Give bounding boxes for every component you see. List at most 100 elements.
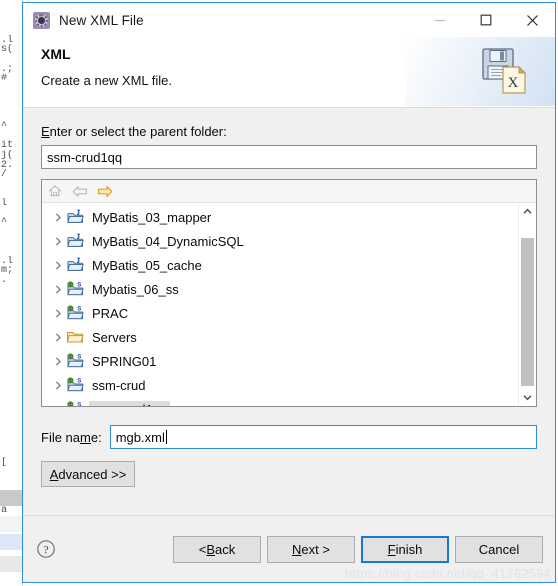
folder-tree-list[interactable]: MyBatis_03_mapper MyBatis_04_DynamicSQL My…: [42, 203, 518, 406]
back-button-mnemonic: B: [206, 541, 216, 557]
java-project-folder-icon: [66, 257, 84, 273]
svg-text:X: X: [508, 75, 519, 91]
tree-toolbar: [42, 180, 536, 203]
backdrop-band: [0, 490, 22, 506]
tree-row-label: ssm-crud: [92, 377, 146, 393]
parent-folder-label-mnemonic: E: [41, 124, 50, 139]
tree-row[interactable]: S PRAC: [42, 301, 518, 325]
chevron-right-icon[interactable]: [50, 309, 66, 318]
tree-row[interactable]: MyBatis_04_DynamicSQL: [42, 229, 518, 253]
parent-folder-input-value: ssm-crud1qq: [47, 149, 123, 165]
editor-text-line: a: [1, 505, 8, 517]
tree-row[interactable]: Servers: [42, 325, 518, 349]
tree-row[interactable]: S Mybatis_06_ss: [42, 277, 518, 301]
xml-wizard-icon: [33, 11, 50, 29]
tree-row-label: MyBatis_05_cache: [92, 257, 202, 273]
file-name-label-mnemonic: m: [80, 429, 91, 445]
file-name-label-pre: File na: [41, 429, 81, 445]
back-button[interactable]: < Back: [173, 535, 261, 563]
chevron-right-icon[interactable]: [50, 381, 66, 390]
chevron-right-icon[interactable]: [50, 357, 66, 366]
finish-button[interactable]: Finish: [361, 535, 449, 563]
home-icon[interactable]: [46, 182, 64, 200]
chevron-right-icon[interactable]: [50, 405, 66, 406]
web-project-folder-icon: S: [66, 353, 84, 369]
chevron-right-icon[interactable]: [50, 333, 66, 342]
tree-row[interactable]: S SPRING01: [42, 349, 518, 373]
watermark: https://blog.csdn.net/qq_41762594: [344, 566, 551, 581]
tree-row-label: MyBatis_03_mapper: [92, 209, 212, 225]
dialog-body: Enter or select the parent folder: ssm-c…: [23, 108, 555, 515]
tree-body: MyBatis_03_mapper MyBatis_04_DynamicSQL My…: [42, 203, 536, 406]
back-button-pre: <: [198, 541, 207, 557]
advanced-button[interactable]: Advanced >>: [41, 461, 135, 487]
footer-actions: < Back Next > Finish Cancel: [173, 535, 543, 563]
svg-text:S: S: [77, 402, 81, 406]
next-button-post: ext >: [301, 541, 330, 557]
dialog-title: New XML File: [59, 12, 144, 28]
tree-row-label: MyBatis_04_DynamicSQL: [92, 233, 244, 249]
tree-row[interactable]: Sssm-crud1qq: [42, 397, 518, 406]
editor-text-line: ^: [1, 217, 8, 229]
backdrop-band: [0, 534, 22, 550]
web-project-folder-icon: S: [66, 377, 84, 393]
dialog-titlebar: New XML File: [23, 3, 555, 37]
web-project-folder-icon: S: [66, 305, 84, 321]
editor-text-line: ^: [1, 121, 8, 133]
tree-row[interactable]: MyBatis_03_mapper: [42, 205, 518, 229]
parent-folder-input[interactable]: ssm-crud1qq: [41, 145, 537, 169]
close-icon[interactable]: [509, 3, 555, 37]
web-project-folder-icon: S: [66, 401, 84, 406]
editor-text-line: s(: [1, 44, 14, 56]
chevron-right-icon[interactable]: [50, 237, 66, 246]
cancel-button-label: Cancel: [478, 541, 520, 557]
editor-text-line: .: [1, 274, 8, 286]
dialog-footer: ? < Back Next > Finish Cancel https://bl…: [23, 515, 555, 582]
file-name-input-value: mgb.xml: [115, 429, 165, 445]
scroll-track[interactable]: [519, 220, 536, 389]
new-xml-file-dialog: New XML File XML Create a new XML file.: [22, 2, 556, 583]
back-arrow-icon[interactable]: [71, 182, 89, 200]
editor-text-line: #: [1, 73, 8, 85]
chevron-right-icon[interactable]: [50, 285, 66, 294]
page-subtitle: Create a new XML file.: [41, 73, 173, 88]
file-name-input[interactable]: mgb.xml: [109, 425, 537, 449]
xml-file-save-icon: X: [479, 47, 531, 97]
finish-button-mnemonic: F: [387, 541, 396, 557]
minimize-icon[interactable]: [417, 3, 463, 37]
window-controls: [417, 3, 555, 37]
editor-text-line: l: [1, 198, 8, 209]
help-icon[interactable]: ?: [35, 538, 57, 560]
scroll-thumb[interactable]: [521, 238, 534, 386]
parent-folder-label: Enter or select the parent folder:: [41, 124, 537, 139]
page-title: XML: [41, 46, 71, 62]
tree-row[interactable]: Sssm-crud: [42, 373, 518, 397]
scroll-down-icon[interactable]: [519, 389, 536, 406]
chevron-right-icon[interactable]: [50, 261, 66, 270]
svg-text:S: S: [77, 306, 81, 313]
java-project-folder-icon: [66, 209, 84, 225]
editor-text-line: [: [1, 457, 8, 469]
plain-folder-icon: [66, 329, 84, 345]
scroll-up-icon[interactable]: [519, 203, 536, 220]
file-name-label: File name:: [41, 430, 102, 445]
finish-button-post: inish: [395, 541, 423, 557]
file-name-label-post: e:: [90, 429, 102, 445]
forward-arrow-icon[interactable]: [96, 182, 114, 200]
tree-vertical-scrollbar[interactable]: [518, 203, 536, 406]
tree-row-label: PRAC: [92, 305, 129, 321]
maximize-icon[interactable]: [463, 3, 509, 37]
cancel-button[interactable]: Cancel: [455, 535, 543, 563]
parent-folder-label-rest: nter or select the parent folder:: [49, 124, 227, 139]
tree-row-label: SPRING01: [92, 353, 157, 369]
backdrop-band: [0, 516, 22, 532]
chevron-right-icon[interactable]: [50, 213, 66, 222]
advanced-button-label: dvanced >>: [58, 466, 127, 482]
tree-row-label: Servers: [92, 329, 137, 345]
back-button-post: ack: [215, 541, 236, 557]
tree-row[interactable]: MyBatis_05_cache: [42, 253, 518, 277]
next-button[interactable]: Next >: [267, 535, 355, 563]
folder-tree-panel: MyBatis_03_mapper MyBatis_04_DynamicSQL My…: [41, 179, 537, 407]
wizard-banner: XML Create a new XML file. X: [23, 37, 555, 108]
svg-text:S: S: [77, 354, 81, 361]
